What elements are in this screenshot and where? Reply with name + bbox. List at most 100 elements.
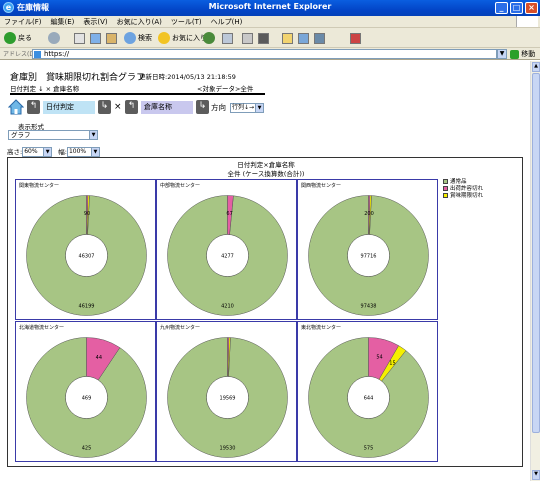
slice-value-label: 425 (82, 446, 92, 452)
legend-swatch (443, 193, 448, 198)
go-arrow-icon (510, 49, 519, 59)
menu-file[interactable]: ファイル(F) (0, 16, 47, 27)
back-button[interactable]: 戻る (4, 31, 32, 45)
history-icon (203, 32, 215, 44)
donut-total-label: 97716 (361, 254, 377, 260)
home-icon[interactable] (8, 99, 24, 115)
donut-total-label: 19569 (220, 396, 236, 402)
chevron-down-icon: ▼ (255, 104, 263, 112)
home-button[interactable] (106, 31, 117, 45)
chart-panel: 中部物流センター 4277 4210 67 (156, 179, 297, 320)
col-axis-chip[interactable]: 倉庫名称 (141, 101, 193, 114)
chart-panel: 関東物流センター 46307 46199 90 (15, 179, 156, 320)
favorites-button[interactable]: お気に入り (158, 31, 207, 45)
cols-prev-button[interactable]: ↰ (125, 100, 138, 114)
donut-total-label: 644 (364, 396, 374, 402)
direction-dropdown-button[interactable]: ▼ (255, 103, 264, 113)
title-bar: e 在庫情報 Microsoft Internet Explorer _ □ × (0, 0, 540, 16)
axis-controls: ↰ 日付判定 ↳ × ↰ 倉庫名称 ↳ 方向 行列↓→ ▼ (8, 99, 288, 117)
menu-edit[interactable]: 編集(E) (47, 16, 80, 27)
menu-help[interactable]: ヘルプ(H) (207, 16, 248, 27)
donut-chart: 97716 97438 200 (308, 195, 429, 316)
menu-view[interactable]: 表示(V) (79, 16, 112, 27)
back-arrow-icon (4, 32, 16, 44)
title-rule (10, 93, 265, 95)
legend-item: 賞味期限切れ (443, 193, 483, 200)
height-select[interactable]: 60% ▼ (22, 147, 53, 157)
size-controls: 高さ: 60% ▼ 幅: 100% ▼ (7, 146, 100, 157)
messenger-icon (298, 32, 309, 44)
legend-swatch (443, 179, 448, 184)
vertical-scrollbar[interactable]: ▲ ▼ (530, 61, 540, 481)
report-filter: <対象データ>全件 (197, 85, 254, 93)
rows-next-button[interactable]: ↳ (98, 100, 111, 114)
stop-icon (74, 32, 85, 44)
chart-legend: 通常品 出荷許容切れ 賞味期限切れ (443, 179, 483, 200)
close-button[interactable]: × (525, 2, 538, 14)
history-button[interactable] (203, 31, 217, 45)
discuss-icon (314, 32, 325, 44)
print-button[interactable] (242, 31, 253, 45)
search-button[interactable]: 検索 (124, 31, 152, 45)
chart-panel: 関西物流センター 97716 97438 200 (297, 179, 438, 320)
mail-icon (222, 32, 233, 44)
edit-icon (258, 32, 269, 44)
window-app-title: Microsoft Internet Explorer (208, 2, 332, 11)
chevron-down-icon: ▼ (43, 148, 52, 156)
edit-button[interactable] (258, 31, 269, 45)
research-button[interactable] (350, 31, 361, 45)
rows-prev-button[interactable]: ↰ (27, 100, 40, 114)
go-button[interactable]: 移動 (510, 49, 535, 59)
donut-chart: 469 425 44 (26, 337, 147, 458)
display-format-select[interactable]: グラフ ▼ (8, 130, 98, 140)
donut-total-label: 469 (82, 396, 92, 402)
slice-value-label: 46199 (79, 304, 95, 310)
donut-total-label: 4277 (221, 254, 234, 260)
chevron-down-icon: ▼ (90, 148, 99, 156)
cols-next-button[interactable]: ↳ (196, 100, 209, 114)
scroll-down-button[interactable]: ▼ (532, 470, 540, 480)
print-icon (242, 32, 253, 44)
report-title: 倉庫別 賞味期限切れ割合グラフ (10, 73, 146, 83)
stop-button[interactable] (74, 31, 85, 45)
address-dropdown-button[interactable]: ▼ (497, 49, 507, 59)
home-toolbar-icon (106, 32, 117, 44)
mail-button[interactable] (222, 31, 233, 45)
folder-icon (282, 32, 293, 44)
chart-frame: 日付判定×倉庫名称 全件 (ケース換算数(合計)) 通常品 出荷許容切れ 賞味期… (7, 157, 523, 467)
legend-item: 出荷許容切れ (443, 186, 483, 193)
address-bar: アドレス(D) https:// ▼ 移動 (0, 48, 540, 60)
messenger-button[interactable] (298, 31, 309, 45)
page-content: 倉庫別 賞味期限切れ割合グラフ 更新日時:2014/05/13 21:18:59… (0, 61, 530, 481)
slice-value-label: 4210 (221, 304, 234, 310)
search-icon (124, 32, 136, 44)
favorites-star-icon (158, 32, 170, 44)
slice-value-label: 575 (364, 446, 374, 452)
donut-total-label: 46307 (79, 254, 95, 260)
row-axis-chip[interactable]: 日付判定 (43, 101, 95, 114)
width-select[interactable]: 100% ▼ (66, 147, 100, 157)
toolbar: 戻る 検索 お気に入り (0, 28, 540, 48)
refresh-button[interactable] (90, 31, 101, 45)
menu-tools[interactable]: ツール(T) (167, 16, 207, 27)
chart-subtitle: 全件 (ケース換算数(合計)) (227, 170, 305, 178)
slice-value-label: 67 (226, 211, 232, 217)
donut-chart: 4277 4210 67 (167, 195, 288, 316)
discuss-button[interactable] (314, 31, 325, 45)
minimize-button[interactable]: _ (495, 2, 508, 14)
legend-item: 通常品 (443, 179, 483, 186)
folder-button[interactable] (282, 31, 293, 45)
slice-value-label: 44 (96, 355, 102, 361)
forward-button[interactable] (48, 31, 62, 45)
cross-separator: × (114, 102, 122, 112)
report-updated: 更新日時:2014/05/13 21:18:59 (139, 73, 236, 81)
scroll-up-button[interactable]: ▲ (532, 62, 540, 72)
refresh-icon (90, 32, 101, 44)
slice-value-label: 200 (364, 211, 374, 217)
maximize-button[interactable]: □ (510, 2, 523, 14)
chart-panel: 東北物流センター 644 575 54 15 (297, 321, 438, 462)
page-icon (34, 51, 41, 58)
scroll-thumb[interactable] (532, 73, 540, 433)
menu-favorites[interactable]: お気に入り(A) (113, 16, 167, 27)
address-input[interactable]: https:// (32, 49, 497, 59)
